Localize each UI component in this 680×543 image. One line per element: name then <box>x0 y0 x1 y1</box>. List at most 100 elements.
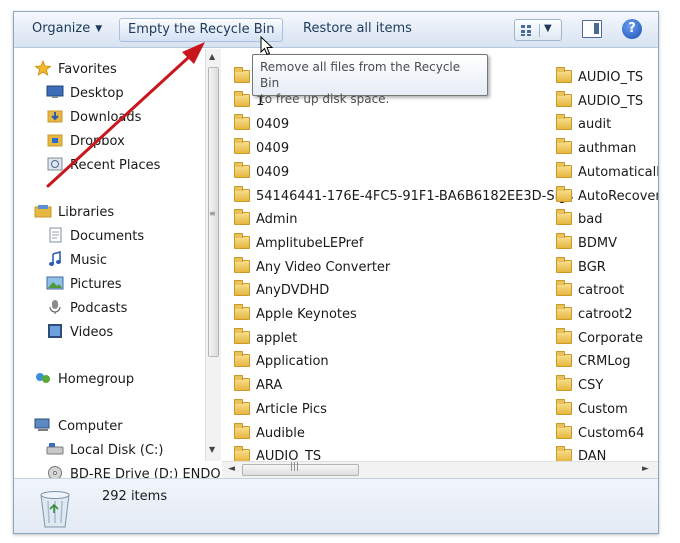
file-item-label: 0409 <box>256 117 290 133</box>
file-item[interactable]: authman <box>556 138 636 160</box>
scroll-grip-icon: ||| <box>290 462 300 472</box>
tooltip-line-2: to free up disk space. <box>260 92 390 106</box>
nav-music[interactable]: Music <box>46 250 107 272</box>
folder-icon <box>556 114 572 131</box>
file-item[interactable]: bad <box>556 209 602 231</box>
desktop-icon <box>46 85 64 98</box>
scroll-down-icon[interactable]: ▼ <box>209 445 215 454</box>
file-item-label: AmplitubeLEPref <box>256 235 364 251</box>
scroll-right-icon[interactable]: ► <box>642 464 649 474</box>
computer-icon <box>34 418 50 431</box>
file-item-label: AnyDVDHD <box>256 283 330 299</box>
nav-documents[interactable]: Documents <box>46 226 144 248</box>
file-item[interactable]: AmplitubeLEPref <box>234 232 364 255</box>
file-item[interactable]: AUDIO_TS <box>556 67 643 89</box>
nav-dropbox[interactable]: Dropbox <box>46 131 125 153</box>
file-item[interactable]: ARA <box>234 375 282 397</box>
file-item[interactable]: AnyDVDHD <box>234 280 329 302</box>
file-item-label: applet <box>256 330 298 346</box>
file-item[interactable]: DAN <box>556 446 606 461</box>
navigation-pane: Favorites Desktop Downloads Dropbox Rece… <box>14 49 221 482</box>
nav-computer[interactable]: Computer <box>34 416 123 438</box>
more-options-icon[interactable]: ▼ <box>544 23 552 34</box>
file-item[interactable]: applet <box>234 327 298 350</box>
scroll-grip-icon: ≡ <box>209 209 216 218</box>
file-item[interactable]: CSY <box>556 375 603 397</box>
file-item[interactable]: Application <box>234 351 329 373</box>
nav-pictures[interactable]: Pictures <box>46 274 121 296</box>
file-item-label: Corporate <box>578 330 643 346</box>
nav-desktop[interactable]: Desktop <box>46 83 124 105</box>
file-item-label: Audible <box>256 425 305 441</box>
file-item[interactable]: Article Pics <box>234 398 327 421</box>
file-item[interactable]: AutoRecover <box>556 185 658 208</box>
music-icon <box>49 251 61 266</box>
scroll-up-icon[interactable]: ▲ <box>209 52 215 61</box>
file-item[interactable]: audit <box>556 114 611 136</box>
file-item[interactable]: AUDIO_TS <box>234 446 321 461</box>
folder-icon <box>556 375 572 392</box>
nav-downloads[interactable]: Downloads <box>46 107 141 129</box>
nav-homegroup[interactable]: Homegroup <box>34 369 134 391</box>
file-item[interactable]: 54146441-176E-4FC5-91F1-BA6B6182EE3D-Sig… <box>234 185 574 208</box>
file-item[interactable]: Admin <box>234 209 297 231</box>
podcasts-icon <box>49 300 61 314</box>
chevron-down-icon: ▼ <box>95 24 103 34</box>
file-item[interactable]: Custom64 <box>556 422 645 445</box>
nav-favorites[interactable]: Favorites <box>34 59 117 81</box>
file-item[interactable]: Corporate <box>556 327 643 350</box>
nav-podcasts[interactable]: Podcasts <box>46 298 127 320</box>
nav-favorites-label: Favorites <box>58 62 117 77</box>
documents-icon <box>49 227 62 243</box>
details-pane: 292 items <box>14 478 658 533</box>
file-item[interactable]: Automatically A <box>556 161 658 184</box>
file-item-label: 0409 <box>256 141 290 157</box>
view-icon <box>520 24 540 37</box>
restore-all-items-button[interactable]: Restore all items <box>295 18 420 42</box>
file-item[interactable]: AUDIO_TS <box>556 90 643 113</box>
file-item-label: Custom64 <box>578 425 645 441</box>
file-item[interactable]: Apple Keynotes <box>234 304 357 326</box>
file-item[interactable]: catroot2 <box>556 304 633 326</box>
preview-pane-icon[interactable] <box>582 20 602 38</box>
help-icon[interactable]: ? <box>622 19 642 39</box>
organize-button[interactable]: Organize ▼ <box>24 18 110 42</box>
file-item[interactable]: 0409 <box>234 161 289 184</box>
empty-recycle-bin-button[interactable]: Empty the Recycle Bin <box>119 18 284 42</box>
nav-local-disk[interactable]: Local Disk (C:) <box>46 440 163 462</box>
file-item[interactable]: Any Video Converter <box>234 256 390 279</box>
file-scroll-thumb[interactable] <box>242 464 359 476</box>
folder-icon <box>234 304 250 320</box>
file-item[interactable]: Audible <box>234 422 305 445</box>
file-item-label: AUDIO_TS <box>578 70 644 85</box>
file-item-label: CRMLog <box>578 354 631 370</box>
file-item[interactable]: BDMV <box>556 232 617 255</box>
nav-pictures-label: Pictures <box>70 277 122 292</box>
file-item[interactable]: 0409 <box>234 138 289 160</box>
nav-vertical-scrollbar[interactable]: ▲ ≡ ▼ <box>205 49 221 461</box>
folder-icon <box>234 351 250 368</box>
nav-documents-label: Documents <box>70 229 145 244</box>
file-item[interactable]: 0409 <box>234 114 289 136</box>
file-item-label: catroot <box>578 283 625 299</box>
folder-icon <box>556 67 572 83</box>
file-item-label: Application <box>256 354 329 370</box>
nav-desktop-label: Desktop <box>70 86 124 101</box>
folder-icon <box>234 280 250 297</box>
file-horizontal-scrollbar[interactable]: ◄ ||| ► <box>222 461 658 478</box>
folder-icon <box>556 161 572 178</box>
file-item[interactable]: CRMLog <box>556 351 631 373</box>
nav-libraries[interactable]: Libraries <box>34 202 114 224</box>
scroll-left-icon[interactable]: ◄ <box>228 464 235 474</box>
star-icon <box>34 60 52 76</box>
file-item[interactable]: catroot <box>556 280 624 302</box>
file-item-label: 54146441-176E-4FC5-91F1-BA6B6182EE3D-Sig… <box>256 188 574 204</box>
file-item[interactable]: BGR <box>556 256 606 279</box>
downloads-icon <box>47 110 63 123</box>
change-view-button[interactable]: ▼ <box>514 19 562 41</box>
nav-recent-places[interactable]: Recent Places <box>46 155 160 177</box>
nav-videos[interactable]: Videos <box>46 322 113 344</box>
recycle-bin-icon <box>40 491 70 528</box>
file-item[interactable]: Custom <box>556 398 628 421</box>
file-list: 1104090409040954146441-176E-4FC5-91F1-BA… <box>222 49 658 461</box>
